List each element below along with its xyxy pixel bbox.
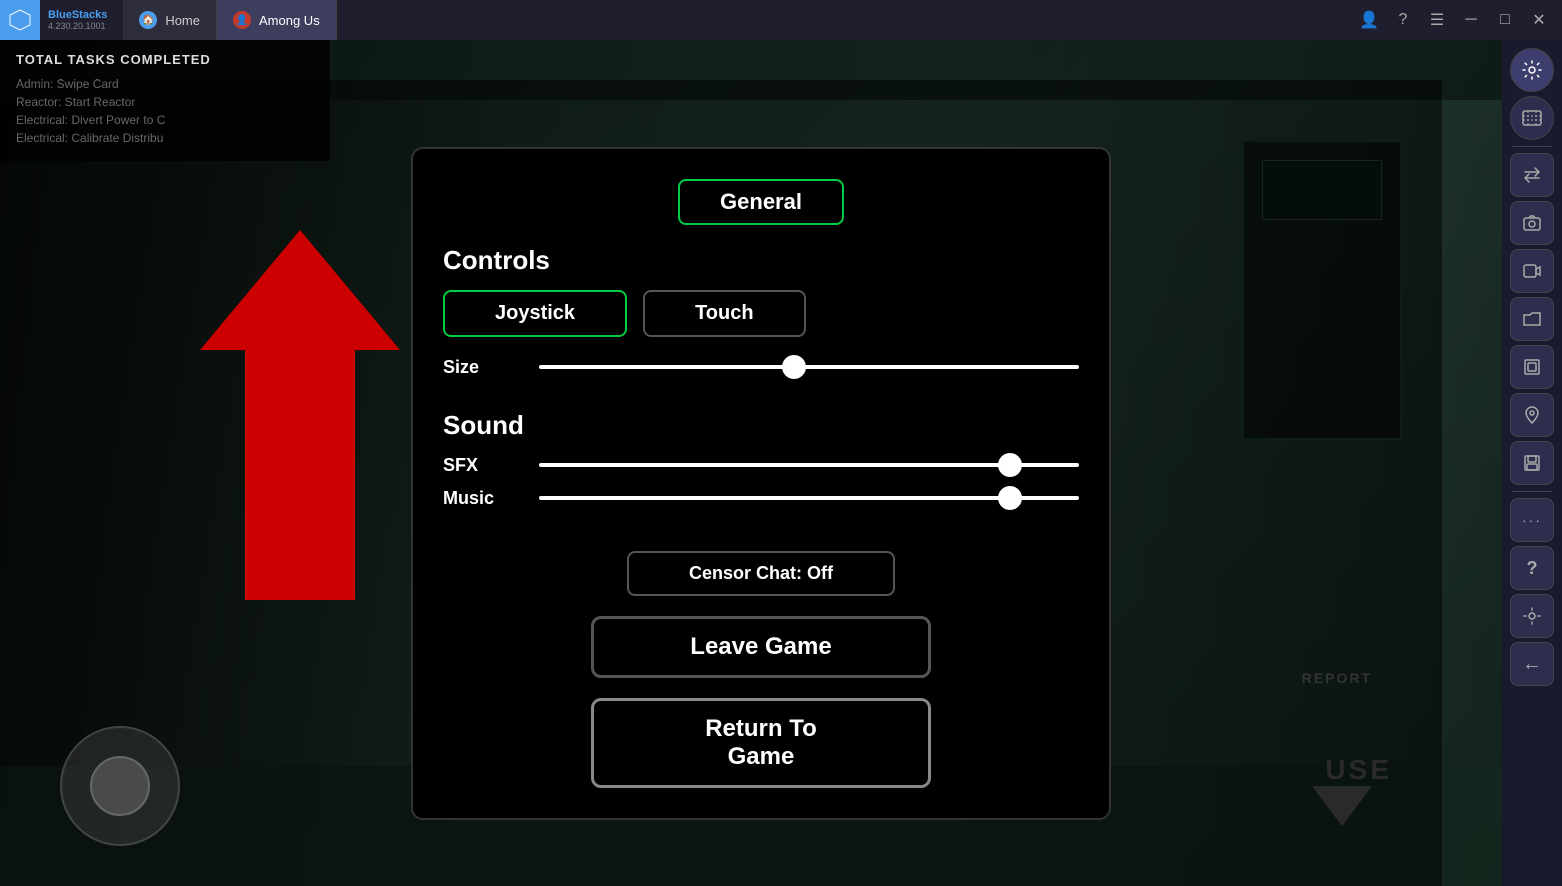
minimize-button[interactable]: ─	[1456, 5, 1486, 35]
sound-section: Sound SFX Music	[443, 410, 1079, 521]
music-slider-thumb[interactable]	[998, 486, 1022, 510]
app-name: BlueStacks	[48, 9, 107, 21]
sidebar-divider-2	[1512, 491, 1552, 492]
sidebar-back-button[interactable]: ←	[1510, 642, 1554, 686]
music-slider-row: Music	[443, 488, 1079, 509]
sfx-slider-row: SFX	[443, 455, 1079, 476]
sidebar-help-button[interactable]: ?	[1510, 546, 1554, 590]
sound-title: Sound	[443, 410, 1079, 441]
right-sidebar: ··· ? ←	[1502, 40, 1562, 886]
size-slider-thumb[interactable]	[782, 355, 806, 379]
sfx-slider-thumb[interactable]	[998, 453, 1022, 477]
controls-section: Controls Joystick Touch Size	[443, 245, 1079, 390]
sidebar-location-button[interactable]	[1510, 393, 1554, 437]
sidebar-screenshot-button[interactable]	[1510, 201, 1554, 245]
settings-modal: General Controls Joystick Touch Size	[411, 147, 1111, 820]
censor-chat-button[interactable]: Censor Chat: Off	[627, 551, 895, 596]
music-slider-track[interactable]	[539, 496, 1079, 500]
sidebar-layers-button[interactable]	[1510, 345, 1554, 389]
controls-title: Controls	[443, 245, 1079, 276]
red-arrow-annotation	[200, 230, 400, 605]
music-label: Music	[443, 488, 523, 509]
sidebar-record-button[interactable]	[1510, 249, 1554, 293]
sidebar-map-button[interactable]	[1510, 96, 1554, 140]
among-us-tab-label: Among Us	[259, 13, 320, 28]
return-to-game-button[interactable]: Return To Game	[591, 698, 931, 788]
bluestacks-info: BlueStacks 4.230.20.1001	[40, 9, 115, 31]
size-slider-row: Size	[443, 357, 1079, 378]
titlebar: BlueStacks 4.230.20.1001 🏠 Home 👤 Among …	[0, 0, 1562, 40]
tab-home[interactable]: 🏠 Home	[123, 0, 217, 40]
tab-among-us[interactable]: 👤 Among Us	[217, 0, 337, 40]
among-us-tab-icon: 👤	[233, 11, 251, 29]
home-tab-icon: 🏠	[139, 11, 157, 29]
maximize-button[interactable]: □	[1490, 5, 1520, 35]
sidebar-folder-button[interactable]	[1510, 297, 1554, 341]
close-button[interactable]: ✕	[1524, 5, 1554, 35]
titlebar-controls: 👤 ? ☰ ─ □ ✕	[1354, 5, 1562, 35]
bluestacks-logo	[0, 0, 40, 40]
game-background: TOTAL TASKS COMPLETED Admin: Swipe Card …	[0, 40, 1502, 886]
sidebar-settings-button[interactable]	[1510, 48, 1554, 92]
joystick-button[interactable]: Joystick	[443, 290, 627, 337]
menu-button[interactable]: ☰	[1422, 5, 1452, 35]
size-label: Size	[443, 357, 523, 378]
sidebar-transfer-button[interactable]	[1510, 153, 1554, 197]
home-tab-label: Home	[165, 13, 200, 28]
user-button[interactable]: 👤	[1354, 5, 1384, 35]
sfx-slider-track[interactable]	[539, 463, 1079, 467]
sidebar-more-button[interactable]: ···	[1510, 498, 1554, 542]
sidebar-divider-1	[1512, 146, 1552, 147]
controls-buttons: Joystick Touch	[443, 290, 1079, 337]
sfx-label: SFX	[443, 455, 523, 476]
app-version: 4.230.20.1001	[48, 21, 107, 31]
general-tab[interactable]: General	[678, 179, 844, 225]
size-slider-track[interactable]	[539, 365, 1079, 369]
sidebar-settings2-button[interactable]	[1510, 594, 1554, 638]
task-panel-title: TOTAL TASKS COMPLETED	[16, 52, 314, 67]
leave-game-button[interactable]: Leave Game	[591, 616, 931, 678]
sidebar-save-button[interactable]	[1510, 441, 1554, 485]
modal-overlay: General Controls Joystick Touch Size	[0, 80, 1442, 886]
help-button[interactable]: ?	[1388, 5, 1418, 35]
touch-button[interactable]: Touch	[643, 290, 806, 337]
